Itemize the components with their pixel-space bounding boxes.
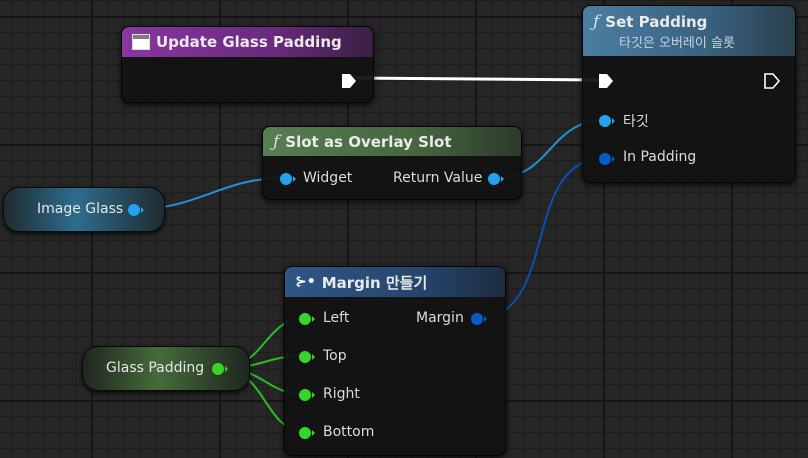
exec-out-pin[interactable] (763, 72, 781, 90)
top-pin[interactable] (298, 349, 316, 365)
node-header: ƒ Set Padding 타깃은 오버레이 슬롯 (583, 6, 795, 56)
node-title: Update Glass Padding (156, 33, 342, 51)
node-header: Update Glass Padding (122, 27, 373, 57)
update-glass-padding-node[interactable]: Update Glass Padding (121, 26, 374, 103)
function-icon: ƒ (593, 11, 600, 32)
node-title: Slot as Overlay Slot (285, 132, 452, 151)
event-icon (132, 34, 150, 50)
image-glass-variable[interactable]: Image Glass (3, 187, 165, 232)
return-value-pin-label: Return Value (393, 170, 483, 186)
top-pin-label: Top (323, 348, 347, 364)
bottom-pin[interactable] (298, 425, 316, 441)
in-padding-pin-label: In Padding (623, 149, 697, 165)
margin-pin[interactable] (470, 311, 488, 327)
variable-label: Image Glass (37, 201, 124, 217)
margin-pin-label: Margin (416, 310, 464, 326)
exec-out-pin[interactable] (340, 72, 358, 90)
return-value-pin[interactable] (487, 171, 505, 187)
widget-pin[interactable] (279, 171, 297, 187)
variable-label: Glass Padding (106, 360, 205, 376)
slot-as-overlay-slot-node[interactable]: ƒ Slot as Overlay Slot Widget Return Val… (262, 126, 522, 200)
set-padding-node[interactable]: ƒ Set Padding 타깃은 오버레이 슬롯 타깃 In Padding (582, 5, 796, 183)
left-pin[interactable] (298, 311, 316, 327)
left-pin-label: Left (323, 310, 350, 326)
node-subtitle: 타깃은 오버레이 슬롯 (619, 35, 735, 51)
node-title: Set Padding (605, 12, 708, 31)
right-pin-label: Right (323, 386, 360, 402)
node-header: ⊱• Margin 만들기 (285, 267, 505, 297)
in-padding-pin[interactable] (598, 151, 616, 167)
make-margin-node[interactable]: ⊱• Margin 만들기 Left Top Right Bottom Marg… (284, 266, 506, 456)
make-struct-icon: ⊱• (295, 274, 316, 290)
exec-in-pin[interactable] (597, 72, 615, 90)
function-icon: ƒ (273, 131, 280, 152)
image-glass-out-pin[interactable] (127, 202, 145, 218)
exec-wire (351, 76, 604, 82)
target-pin[interactable] (598, 113, 616, 129)
bottom-pin-label: Bottom (323, 424, 375, 440)
right-pin[interactable] (298, 387, 316, 403)
glass-padding-out-pin[interactable] (211, 361, 229, 377)
glass-padding-variable[interactable]: Glass Padding (82, 346, 250, 391)
node-title: Margin 만들기 (321, 273, 428, 292)
node-header: ƒ Slot as Overlay Slot (263, 127, 521, 156)
target-pin-label: 타깃 (623, 114, 649, 130)
widget-pin-label: Widget (303, 170, 353, 186)
